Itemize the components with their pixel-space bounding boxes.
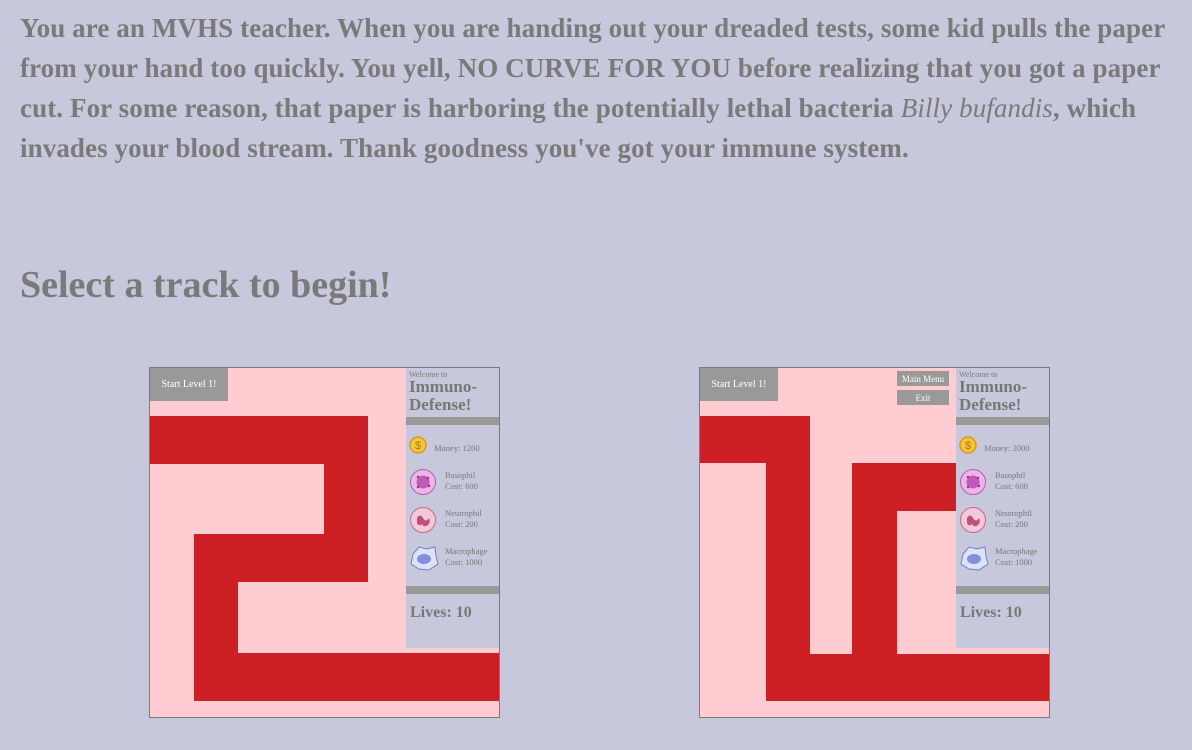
neutrophil-cell-icon [960, 507, 986, 533]
exit-button[interactable]: Exit [897, 390, 949, 405]
track-1-preview[interactable]: Start Level 1! Welcome to Immuno- Defense… [149, 367, 500, 718]
macrophage-label: Macrophage Cost: 1000 [445, 546, 487, 568]
shop-panel: Welcome to Immuno- Defense! $ Money: 2000… [956, 368, 1049, 648]
panel-divider [406, 586, 499, 594]
neutrophil-name: Neutrophil [445, 508, 482, 518]
coin-icon: $ [959, 436, 977, 454]
money-text: Money: 1200 [434, 443, 480, 453]
basophil-name: Basophil [995, 470, 1026, 480]
neutrophil-cell-icon [410, 507, 436, 533]
macrophage-cell-icon [960, 546, 989, 571]
game-title-line-1: Immuno- [409, 377, 478, 396]
select-track-heading: Select a track to begin! [20, 264, 392, 306]
panel-divider [956, 586, 1049, 594]
basophil-cell-icon [960, 469, 986, 495]
macrophage-cost: Cost: 1000 [995, 557, 1033, 567]
neutrophil-label: Neutrophil Cost: 200 [995, 508, 1032, 530]
panel-divider [406, 417, 499, 425]
game-title: Immuno- Defense! [409, 378, 477, 414]
macrophage-label: Macrophage Cost: 1000 [995, 546, 1037, 568]
neutrophil-shop-item[interactable]: Neutrophil Cost: 200 [409, 506, 499, 538]
basophil-shop-item[interactable]: Basophil Cost: 600 [959, 468, 1049, 500]
shop-panel: Welcome to Immuno- Defense! $ Money: 1200… [406, 368, 499, 648]
neutrophil-name: Neutrophil [995, 508, 1032, 518]
svg-text:$: $ [415, 440, 421, 452]
neutrophil-shop-item[interactable]: Neutrophil Cost: 200 [959, 506, 1049, 538]
neutrophil-label: Neutrophil Cost: 200 [445, 508, 482, 530]
basophil-label: Basophil Cost: 600 [445, 470, 478, 492]
neutrophil-cost: Cost: 200 [445, 519, 478, 529]
bacteria-species-name: Billy bufandis [900, 93, 1053, 123]
money-text: Money: 2000 [984, 443, 1030, 453]
macrophage-shop-item[interactable]: Macrophage Cost: 1000 [959, 544, 1049, 576]
macrophage-name: Macrophage [445, 546, 488, 556]
macrophage-cost: Cost: 1000 [445, 557, 483, 567]
lives-counter: Lives: 10 [410, 604, 472, 621]
game-title-line-2: Defense! [409, 395, 472, 414]
intro-text: You are an MVHS teacher. When you are ha… [20, 8, 1188, 168]
track-2-preview[interactable]: Start Level 1! Main Menu Exit Welcome to… [699, 367, 1050, 718]
game-title-line-1: Immuno- [959, 377, 1028, 396]
basophil-cost: Cost: 600 [445, 481, 478, 491]
game-title: Immuno- Defense! [959, 378, 1027, 414]
money-display: $ Money: 1200 [409, 434, 499, 466]
start-level-button[interactable]: Start Level 1! [700, 368, 778, 401]
start-level-button[interactable]: Start Level 1! [150, 368, 228, 401]
lives-counter: Lives: 10 [960, 604, 1022, 621]
basophil-shop-item[interactable]: Basophil Cost: 600 [409, 468, 499, 500]
macrophage-shop-item[interactable]: Macrophage Cost: 1000 [409, 544, 499, 576]
neutrophil-cost: Cost: 200 [995, 519, 1028, 529]
basophil-name: Basophil [445, 470, 476, 480]
macrophage-name: Macrophage [995, 546, 1038, 556]
basophil-cost: Cost: 600 [995, 481, 1028, 491]
basophil-cell-icon [410, 469, 436, 495]
coin-icon: $ [409, 436, 427, 454]
money-display: $ Money: 2000 [959, 434, 1049, 466]
basophil-label: Basophil Cost: 600 [995, 470, 1028, 492]
svg-text:$: $ [965, 440, 971, 452]
panel-divider [956, 417, 1049, 425]
macrophage-cell-icon [410, 546, 439, 571]
game-title-line-2: Defense! [959, 395, 1022, 414]
main-menu-button[interactable]: Main Menu [897, 371, 949, 386]
